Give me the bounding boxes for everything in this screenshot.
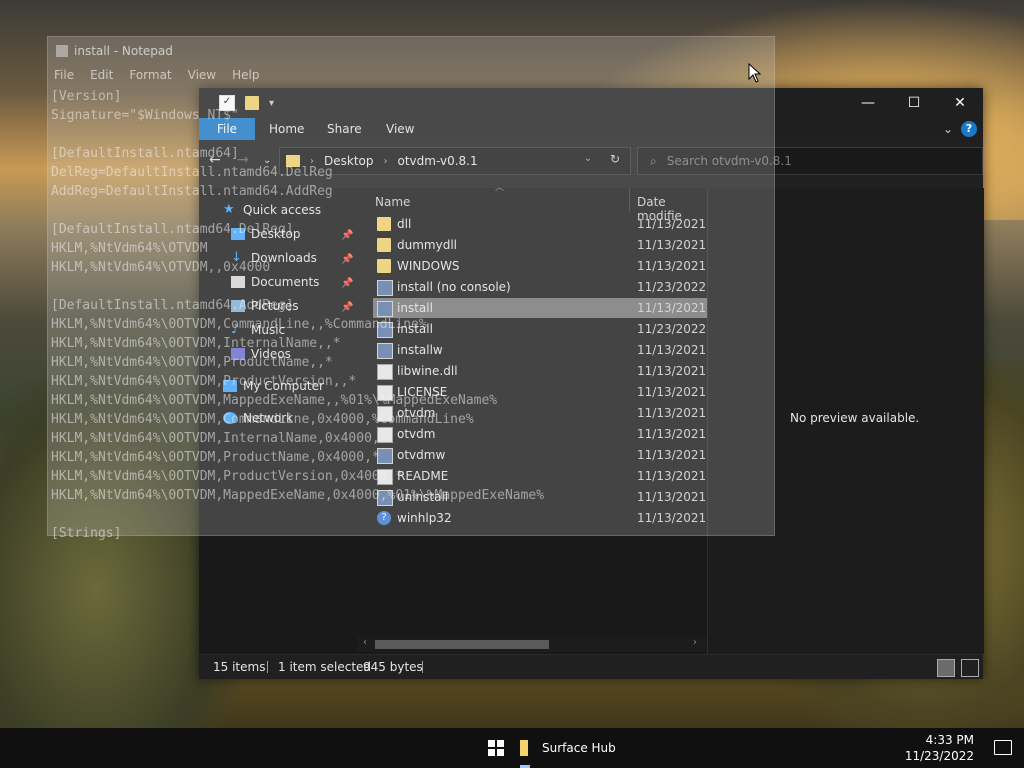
taskbar: Surface Hub 4:33 PM 11/23/2022: [0, 728, 1024, 768]
status-bar: 15 items 1 item selected 945 bytes: [199, 654, 983, 679]
menu-edit[interactable]: Edit: [90, 68, 113, 82]
selection-size: 945 bytes: [363, 660, 423, 674]
menu-view[interactable]: View: [188, 68, 216, 82]
clock-date: 11/23/2022: [904, 749, 974, 763]
menu-format[interactable]: Format: [129, 68, 171, 82]
horizontal-scrollbar[interactable]: ‹ ›: [357, 636, 707, 652]
scroll-left-icon[interactable]: ‹: [363, 637, 367, 648]
menu-help[interactable]: Help: [232, 68, 259, 82]
preview-message: No preview available.: [790, 411, 920, 425]
scrollbar-thumb[interactable]: [375, 640, 549, 649]
status-divider: [267, 661, 268, 673]
help-icon[interactable]: ?: [961, 121, 977, 137]
status-divider: [422, 661, 423, 673]
windows-start-icon[interactable]: [488, 740, 504, 756]
notepad-icon: [56, 45, 68, 57]
notepad-title: install - Notepad: [74, 44, 173, 58]
menu-file[interactable]: File: [54, 68, 74, 82]
notification-icon[interactable]: [994, 740, 1012, 755]
notepad-window[interactable]: install - Notepad File Edit Format View …: [47, 36, 775, 541]
scroll-right-icon[interactable]: ›: [693, 637, 697, 648]
clock-time: 4:33 PM: [925, 733, 974, 747]
details-view-button[interactable]: [937, 659, 955, 677]
taskbar-app-explorer[interactable]: Surface Hub: [520, 728, 616, 768]
item-count: 15 items: [213, 660, 266, 674]
notepad-menu-bar: File Edit Format View Help: [54, 68, 259, 82]
close-button[interactable]: ✕: [937, 88, 983, 118]
system-clock[interactable]: 4:33 PM 11/23/2022: [905, 732, 974, 764]
selection-count: 1 item selected: [278, 660, 372, 674]
large-icons-view-button[interactable]: [961, 659, 979, 677]
notepad-text-area[interactable]: [Version] Signature="$Windows NT$" [Defa…: [51, 87, 544, 543]
taskbar-app-label: Surface Hub: [542, 741, 616, 755]
expand-ribbon-icon[interactable]: ⌄: [943, 122, 953, 136]
minimize-button[interactable]: —: [845, 88, 891, 118]
mouse-cursor-icon: [748, 63, 762, 83]
folder-icon: [520, 740, 528, 756]
maximize-button[interactable]: ☐: [891, 88, 937, 118]
